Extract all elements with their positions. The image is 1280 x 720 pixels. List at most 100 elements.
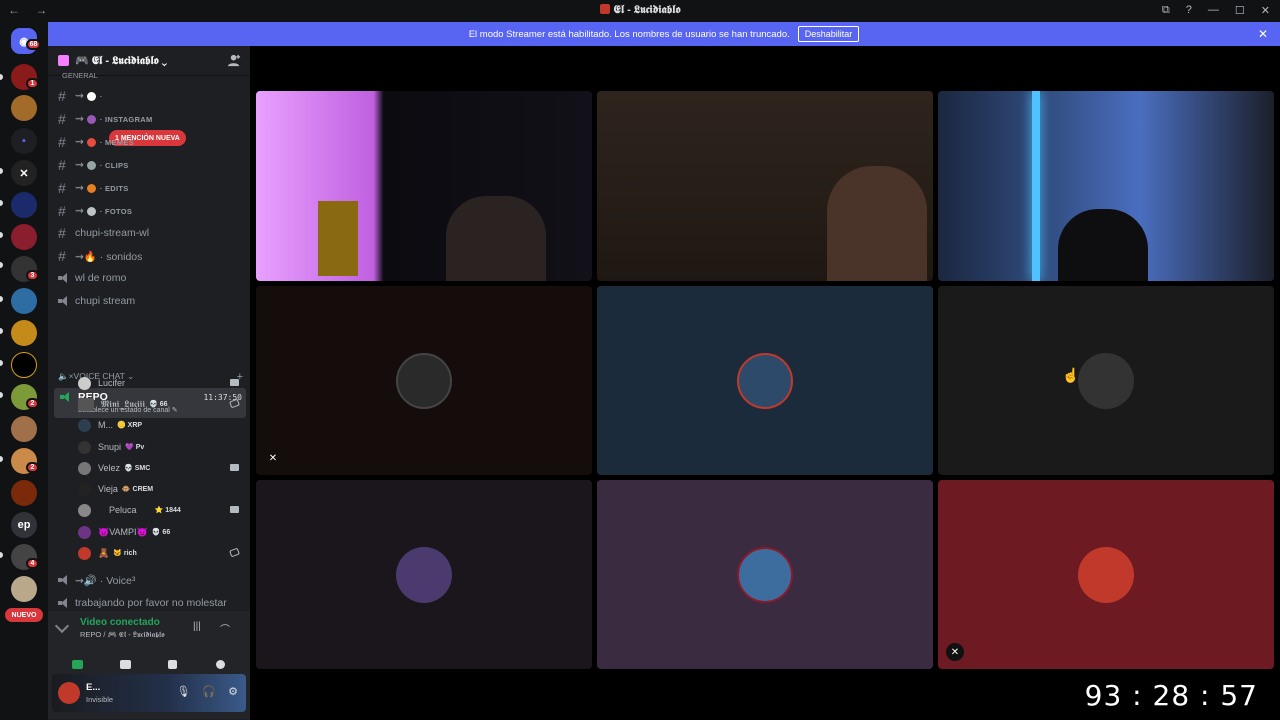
channel-item[interactable]: # ⇝ · CLIPS: [58, 155, 243, 175]
server-icon[interactable]: [11, 320, 37, 346]
voice-user[interactable]: 👿VAMPI👿 💀 66: [78, 522, 243, 542]
participant-tile[interactable]: [256, 91, 592, 281]
participant-tile[interactable]: [597, 480, 933, 669]
help-icon[interactable]: ?: [1186, 4, 1192, 17]
screen-share-button[interactable]: [103, 653, 147, 675]
channel-item[interactable]: # ⇝ · EDITS: [58, 178, 243, 198]
banner-text: El modo Streamer está habilitado. Los no…: [468, 28, 790, 40]
microphone-icon[interactable]: 🎙: [176, 685, 190, 698]
muted-mic-icon: [229, 547, 240, 558]
voice-status: Video conectado: [80, 617, 160, 628]
camera-button[interactable]: [56, 653, 100, 675]
server-icon[interactable]: [11, 416, 37, 442]
server-icon[interactable]: [11, 192, 37, 218]
webcam-person: [827, 166, 927, 281]
new-pill[interactable]: NUEVO: [5, 608, 43, 622]
voice-channel-item[interactable]: chupi stream: [58, 291, 243, 311]
channel-emoji-icon: [86, 206, 96, 216]
voice-location[interactable]: REPO / 🎮 𝕰𝖑 - 𝕷𝖚𝖈𝖎𝖉𝖎𝖆𝖇𝖑𝖔: [80, 630, 165, 640]
voice-channel-item[interactable]: wl de romo: [58, 268, 243, 288]
user-tag: 🪙 XRP: [117, 422, 143, 429]
activities-button[interactable]: [151, 653, 195, 675]
participant-tile[interactable]: [938, 91, 1274, 281]
channel-name: · FOTOS: [99, 206, 133, 216]
settings-gear-icon[interactable]: ⚙: [228, 685, 238, 698]
avatar: [78, 418, 91, 432]
inbox-icon[interactable]: ⧉: [1162, 4, 1170, 17]
participant-tile[interactable]: ✕: [938, 480, 1274, 669]
voice-user[interactable]: 🧸 🐱 rich: [78, 543, 243, 563]
speaker-icon: [58, 296, 70, 306]
voice-channel-item[interactable]: ⇝🔊 · Voice³: [58, 570, 243, 590]
voice-user[interactable]: M... 🪙 XRP: [78, 415, 243, 435]
channel-name: ·: [99, 91, 103, 101]
voice-user[interactable]: 𝕸𝖎𝖓𝖎_𝕷𝖚𝖈𝖎𝖎𝖎 💀 66: [78, 394, 243, 414]
signal-icon[interactable]: [54, 618, 70, 634]
server-icon[interactable]: ✕: [11, 160, 37, 186]
server-ep[interactable]: ep: [11, 512, 37, 538]
user-tag: 🐱 rich: [113, 550, 137, 557]
channel-name: · EDITS: [99, 183, 129, 193]
disable-streamer-button[interactable]: Deshabilitar: [797, 26, 860, 42]
server-icon[interactable]: [11, 224, 37, 250]
channel-prefix: ⇝: [75, 90, 84, 102]
server-rail: ◉ 68 1 ▪ ✕ 3 2 2 ep 4 NUEVO: [0, 22, 48, 720]
channel-emoji-icon: [86, 183, 96, 193]
window-title: 𝕰𝖑 - 𝕷𝖚𝖈𝖎𝖉𝖎𝖆𝖇𝖑𝖔: [0, 4, 1280, 17]
user-tag: 💜 Pv: [125, 444, 145, 451]
soundboard-button[interactable]: [198, 653, 242, 675]
server-icon[interactable]: [11, 95, 37, 121]
folder-icon[interactable]: ▪: [11, 128, 37, 154]
soundboard-icon: [215, 659, 225, 669]
channel-name: · MEMES: [99, 137, 134, 147]
server-icon[interactable]: [11, 480, 37, 506]
channel-emoji-icon: [86, 114, 96, 124]
add-user-icon[interactable]: [228, 54, 241, 67]
minimize-button[interactable]: —: [1208, 4, 1219, 17]
channel-emoji-icon: [86, 137, 96, 147]
avatar: [78, 546, 91, 560]
participant-tile[interactable]: [597, 286, 933, 475]
channel-item[interactable]: # ⇝ · FOTOS: [58, 201, 243, 221]
server-icon[interactable]: [11, 352, 37, 378]
channel-item[interactable]: # ⇝ · INSTAGRAM: [58, 109, 243, 129]
noise-suppression-icon[interactable]: |||: [193, 621, 201, 632]
user-avatar[interactable]: [58, 682, 80, 704]
webcam-person: [1058, 209, 1148, 281]
led-strip: [1032, 91, 1040, 281]
server-icon[interactable]: [11, 288, 37, 314]
participant-tile[interactable]: [597, 91, 933, 281]
channel-sidebar: 🎮 𝕰𝖑 - 𝕷𝖚𝖈𝖎𝖉𝖎𝖆𝖇𝖑𝖔 ⌄ GENERAL # ⇝ · 1 MENCIÓ…: [48, 46, 250, 720]
channel-item[interactable]: # ⇝ · MEMES: [58, 132, 243, 152]
participant-tile[interactable]: ✕: [256, 286, 592, 475]
maximize-button[interactable]: ☐: [1235, 4, 1245, 17]
streamer-mode-banner: El modo Streamer está habilitado. Los no…: [48, 22, 1280, 46]
voice-user[interactable]: Lucifer: [78, 373, 243, 393]
hash-icon: #: [58, 111, 66, 127]
close-window-button[interactable]: ✕: [1261, 4, 1270, 17]
participant-tile[interactable]: [938, 286, 1274, 475]
voice-user[interactable]: Peluca ⭐ 1844: [78, 500, 243, 520]
voice-user-name: Lucifer: [98, 378, 126, 388]
voice-user[interactable]: Velez 💀 SMC: [78, 458, 243, 478]
close-banner-icon[interactable]: ✕: [1258, 27, 1268, 41]
hash-icon: #: [58, 88, 66, 104]
voice-user[interactable]: Snupi 💜 Pv: [78, 437, 243, 457]
participant-avatar: [396, 352, 452, 409]
camera-icon: [230, 506, 239, 513]
voice-user-name: 👿VAMPI👿: [98, 526, 148, 537]
disconnect-icon[interactable]: ⌒: [220, 621, 230, 636]
server-icon[interactable]: [11, 576, 37, 602]
participant-tile[interactable]: [256, 480, 592, 669]
channel-prefix: ⇝: [75, 136, 84, 148]
voice-user-name: Snupi: [98, 442, 122, 452]
window-title-text: 𝕰𝖑 - 𝕷𝖚𝖈𝖎𝖉𝖎𝖆𝖇𝖑𝖔: [613, 4, 681, 16]
voice-channel-item[interactable]: trabajando por favor no molestar: [58, 593, 243, 613]
category-general[interactable]: GENERAL: [58, 70, 243, 80]
headphones-icon[interactable]: 🎧: [202, 685, 216, 698]
channel-item[interactable]: # ⇝🔥 · sonidos: [58, 246, 243, 266]
channel-item[interactable]: # ⇝ ·: [58, 86, 243, 106]
channel-item[interactable]: # chupi-stream-wl: [58, 223, 243, 243]
channel-emoji-icon: [86, 160, 96, 170]
voice-user[interactable]: Vieja 🐵 CREM: [78, 479, 243, 499]
